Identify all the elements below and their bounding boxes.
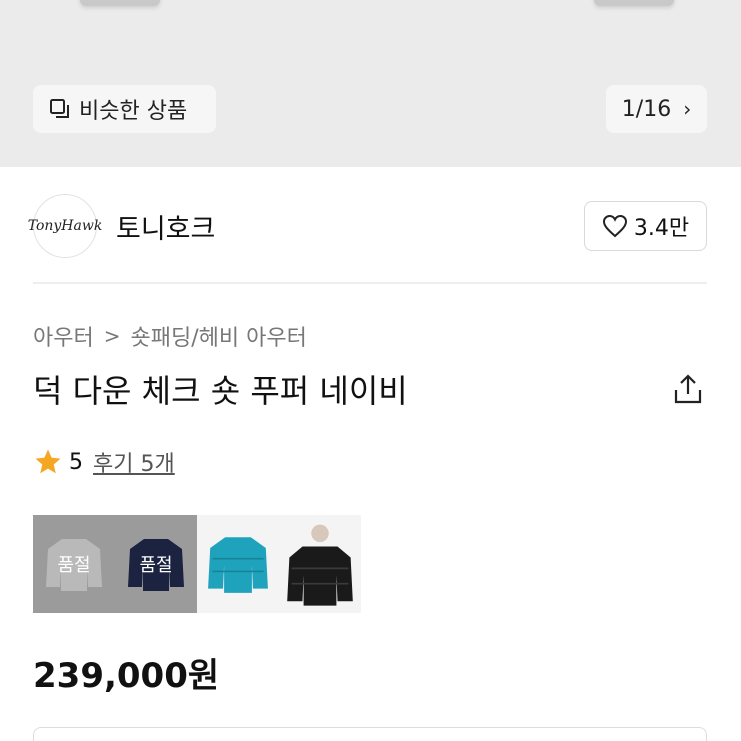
reviews-link[interactable]: 후기 5개 (93, 446, 175, 478)
star-icon (35, 449, 61, 474)
gallery-counter: 1/16 (621, 96, 672, 122)
heart-icon (602, 214, 627, 238)
product-title: 덕 다운 체크 숏 푸퍼 네이비 (33, 372, 408, 410)
color-option-teal[interactable] (197, 515, 279, 613)
similar-products-button[interactable]: 비슷한 상품 (33, 85, 216, 133)
image-gallery[interactable]: 비슷한 상품 1/16 › (0, 0, 741, 167)
brand-name[interactable]: 토니호크 (116, 207, 215, 246)
like-count: 3.4만 (633, 216, 690, 241)
soldout-label: 품절 (139, 555, 173, 576)
model-thumbnail (287, 524, 353, 606)
breadcrumb-item-outer[interactable]: 아우터 (33, 320, 94, 352)
brand-logo[interactable]: TonyHawk (28, 194, 102, 258)
product-price: 239,000원 (33, 656, 220, 696)
share-icon[interactable] (672, 372, 704, 406)
similar-items-icon (49, 98, 71, 120)
gallery-image-fragment (594, 0, 674, 6)
similar-products-label: 비슷한 상품 (79, 99, 188, 124)
options-select-box[interactable] (33, 727, 707, 741)
gallery-counter-button[interactable]: 1/16 › (606, 85, 707, 133)
brand-logo-text: TonyHawk (27, 218, 103, 234)
like-button[interactable]: 3.4만 (584, 201, 707, 251)
rating-row: 5 후기 5개 (33, 446, 175, 478)
breadcrumb-separator-icon: > (103, 324, 121, 348)
jacket-thumbnail (208, 537, 268, 593)
breadcrumb: 아우터 > 숏패딩/헤비 아우터 (33, 320, 307, 352)
breadcrumb-item-category[interactable]: 숏패딩/헤비 아우터 (131, 320, 307, 352)
brand-row: TonyHawk 토니호크 3.4만 (0, 167, 741, 283)
divider (33, 282, 707, 284)
color-options: 품절 품절 (33, 515, 361, 613)
gallery-image-fragment (80, 0, 160, 6)
soldout-label: 품절 (57, 555, 91, 576)
color-option-navy[interactable]: 품절 (115, 515, 197, 613)
chevron-right-icon: › (683, 97, 692, 121)
color-option-gray[interactable]: 품절 (33, 515, 115, 613)
color-option-black[interactable] (279, 515, 361, 613)
rating-score: 5 (69, 449, 83, 475)
